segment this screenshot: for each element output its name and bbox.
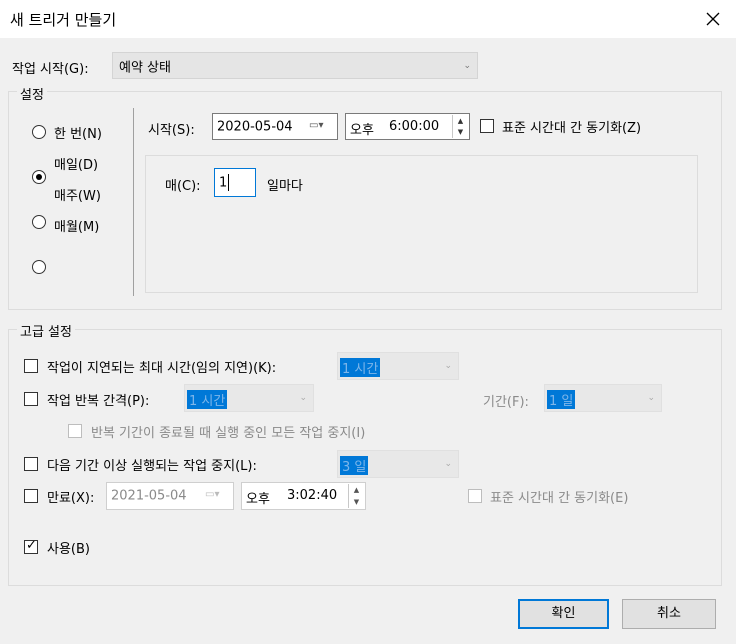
advanced-group-label: 고급 설정 <box>17 321 75 340</box>
expire-date-picker[interactable]: 2021-05-04 ▭▾ <box>106 482 234 510</box>
settings-group-label: 설정 <box>17 84 47 103</box>
repeat-value: 1 시간 <box>187 390 228 409</box>
stop-longer-checkbox[interactable] <box>24 457 38 471</box>
close-button[interactable] <box>700 6 726 32</box>
expire-ampm: 오후 <box>246 492 270 507</box>
radio-once-label: 한 번(N) <box>54 127 102 142</box>
enabled-checkbox[interactable] <box>24 538 38 554</box>
expire-label: 만료(X): <box>47 491 95 506</box>
start-task-dropdown[interactable]: 예약 상태 ⌄ <box>112 52 478 79</box>
spin-up-icon: ▲ <box>353 486 360 494</box>
start-date-value: 2020-05-04 <box>217 119 293 134</box>
radio-daily[interactable] <box>32 170 46 184</box>
chevron-down-icon: ⌄ <box>444 459 452 469</box>
start-task-value: 예약 상태 <box>119 60 171 75</box>
ok-button[interactable]: 확인 <box>518 599 609 629</box>
sync-timezone-checkbox[interactable] <box>480 119 494 133</box>
duration-value: 1 일 <box>547 390 576 409</box>
chevron-down-icon: ⌄ <box>647 393 655 403</box>
calendar-dropdown-icon: ▭▾ <box>309 120 324 131</box>
start-time-picker[interactable]: 오후 6:00:00 ▲ ▼ <box>345 113 470 140</box>
radio-daily-label: 매일(D) <box>54 158 99 173</box>
expire-time-picker[interactable]: 오후 3:02:40 ▲ ▼ <box>241 482 366 510</box>
duration-dropdown[interactable]: 1 일 ⌄ <box>544 384 662 412</box>
every-days-value: 1 <box>219 175 228 190</box>
stop-longer-value: 3 일 <box>340 456 369 475</box>
start-time-spinner[interactable]: ▲ ▼ <box>452 115 468 138</box>
start-time-value: 6:00:00 <box>389 119 440 134</box>
radio-weekly[interactable] <box>32 215 46 229</box>
every-days-input[interactable]: 1 <box>214 168 256 197</box>
expire-date-value: 2021-05-04 <box>111 488 187 504</box>
expire-checkbox[interactable] <box>24 489 38 503</box>
spin-up-icon: ▲ <box>457 116 464 125</box>
calendar-dropdown-icon: ▭▾ <box>205 489 220 500</box>
enabled-label: 사용(B) <box>47 542 90 557</box>
every-label: 매(C): <box>165 179 201 194</box>
duration-label: 기간(F): <box>483 395 529 410</box>
spin-down-icon: ▼ <box>457 128 464 137</box>
chevron-down-icon: ⌄ <box>463 60 471 71</box>
window-title: 새 트리거 만들기 <box>10 11 117 29</box>
stop-all-checkbox[interactable] <box>68 424 82 438</box>
chevron-down-icon: ⌄ <box>299 393 307 403</box>
stop-longer-dropdown[interactable]: 3 일 ⌄ <box>337 450 459 478</box>
expire-sync-checkbox[interactable] <box>468 489 482 503</box>
expire-time-value: 3:02:40 <box>287 488 338 503</box>
spin-down-icon: ▼ <box>353 498 360 506</box>
expire-sync-label: 표준 시간대 간 동기화(E) <box>490 491 629 506</box>
every-unit-label: 일마다 <box>267 179 303 194</box>
delay-value: 1 시간 <box>340 358 381 377</box>
delay-label: 작업이 지연되는 최대 시간(임의 지연)(K): <box>47 361 277 376</box>
chevron-down-icon: ⌄ <box>444 361 452 371</box>
delay-dropdown[interactable]: 1 시간 ⌄ <box>337 352 459 380</box>
repeat-dropdown[interactable]: 1 시간 ⌄ <box>184 384 314 412</box>
stop-longer-label: 다음 기간 이상 실행되는 작업 중지(L): <box>47 459 257 474</box>
text-cursor <box>228 174 229 191</box>
settings-divider <box>133 108 134 296</box>
delay-checkbox[interactable] <box>24 359 38 373</box>
close-icon <box>706 12 720 26</box>
stop-all-label: 반복 기간이 종료될 때 실행 중인 모든 작업 중지(I) <box>91 426 366 441</box>
start-label: 시작(S): <box>148 123 195 138</box>
repeat-checkbox[interactable] <box>24 392 38 406</box>
sync-timezone-label: 표준 시간대 간 동기화(Z) <box>502 121 642 136</box>
expire-time-spinner[interactable]: ▲ ▼ <box>348 484 364 508</box>
start-date-picker[interactable]: 2020-05-04 ▭▾ <box>212 113 338 140</box>
radio-once[interactable] <box>32 125 46 139</box>
repeat-label: 작업 반복 간격(P): <box>47 394 150 409</box>
radio-monthly-label: 매월(M) <box>54 220 100 235</box>
radio-weekly-label: 매주(W) <box>54 189 101 204</box>
title-bar: 새 트리거 만들기 <box>0 0 736 38</box>
start-ampm: 오후 <box>350 123 374 138</box>
radio-monthly[interactable] <box>32 260 46 274</box>
cancel-button[interactable]: 취소 <box>622 599 716 629</box>
start-task-label: 작업 시작(G): <box>12 62 89 77</box>
